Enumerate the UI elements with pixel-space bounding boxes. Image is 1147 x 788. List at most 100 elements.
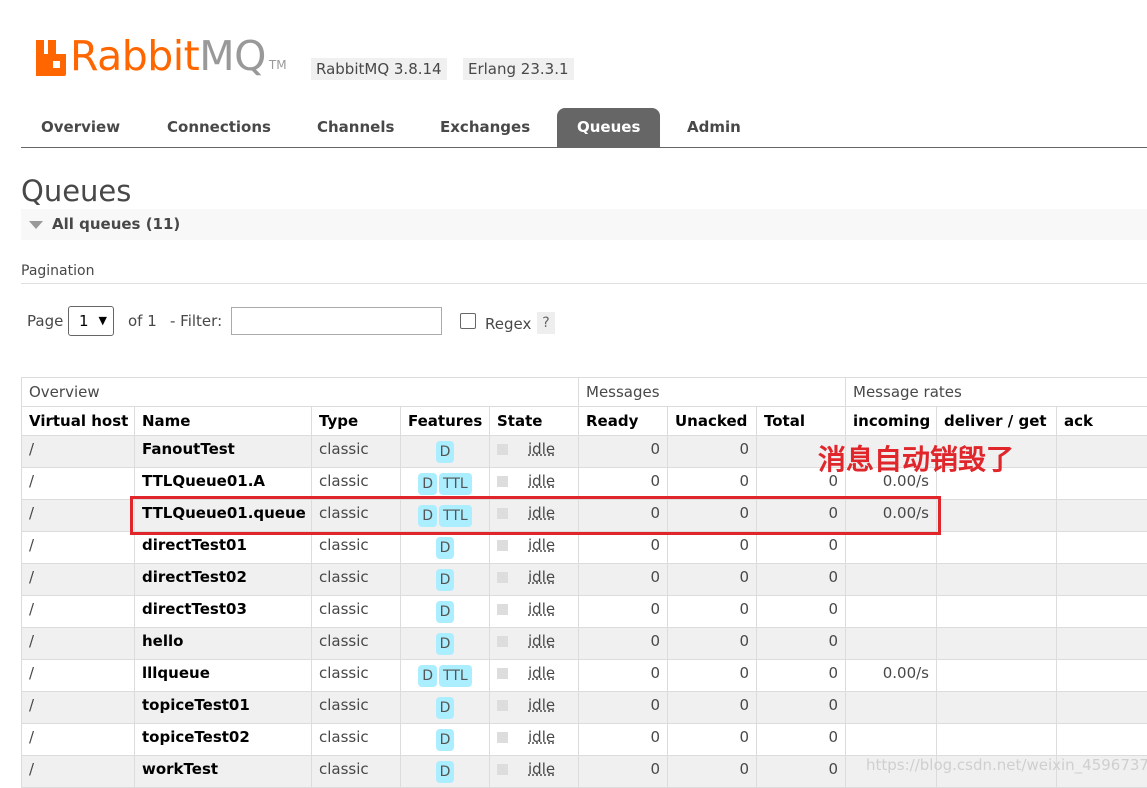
durable-badge: D xyxy=(418,665,437,687)
column-header-type[interactable]: Type xyxy=(312,407,401,436)
tab-admin[interactable]: Admin xyxy=(667,108,761,147)
vhost-cell: / xyxy=(22,532,135,564)
state-label: idle xyxy=(528,568,555,586)
column-header-total[interactable]: Total xyxy=(757,407,846,436)
incoming-rate-cell xyxy=(846,724,937,756)
queue-type-cell: classic xyxy=(312,756,401,788)
regex-label: Regex xyxy=(485,315,531,333)
vhost-cell: / xyxy=(22,660,135,692)
column-header-deliver-get[interactable]: deliver / get xyxy=(937,407,1057,436)
state-indicator-icon xyxy=(497,476,508,487)
features-cell: D xyxy=(401,564,490,596)
logo-text-mq: MQ xyxy=(199,36,266,76)
queue-name-link[interactable]: directTest03 xyxy=(135,596,312,628)
state-label: idle xyxy=(528,664,555,682)
state-cell: idle xyxy=(490,756,579,788)
features-cell: D xyxy=(401,436,490,468)
vhost-cell: / xyxy=(22,692,135,724)
unacked-cell: 0 xyxy=(668,724,757,756)
features-cell: DTTL xyxy=(401,468,490,500)
column-header-virtual-host[interactable]: Virtual host xyxy=(22,407,135,436)
tab-queues[interactable]: Queues xyxy=(557,108,660,147)
deliver-get-rate-cell xyxy=(937,628,1057,660)
ack-rate-cell xyxy=(1057,660,1147,692)
rabbit-logo-icon xyxy=(36,40,66,76)
incoming-rate-cell xyxy=(846,532,937,564)
page-select[interactable]: 1 ▼ xyxy=(68,306,114,336)
queue-name-link[interactable]: hello xyxy=(135,628,312,660)
ready-cell: 0 xyxy=(579,724,668,756)
tab-connections[interactable]: Connections xyxy=(147,108,291,147)
durable-badge: D xyxy=(436,761,455,783)
ready-cell: 0 xyxy=(579,436,668,468)
unacked-cell: 0 xyxy=(668,564,757,596)
column-header-unacked[interactable]: Unacked xyxy=(668,407,757,436)
table-row[interactable]: /directTest01classicDidle000 xyxy=(22,532,1147,564)
column-header-features[interactable]: Features xyxy=(401,407,490,436)
page-select-value: 1 xyxy=(79,312,89,330)
ready-cell: 0 xyxy=(579,692,668,724)
column-header-ack[interactable]: ack xyxy=(1057,407,1147,436)
unacked-cell: 0 xyxy=(668,660,757,692)
queue-name-link[interactable]: FanoutTest xyxy=(135,436,312,468)
erlang-version-badge: Erlang 23.3.1 xyxy=(463,58,574,80)
table-row[interactable]: /helloclassicDidle000 xyxy=(22,628,1147,660)
queue-name-link[interactable]: directTest02 xyxy=(135,564,312,596)
durable-badge: D xyxy=(436,697,455,719)
vhost-cell: / xyxy=(22,468,135,500)
deliver-get-rate-cell xyxy=(937,724,1057,756)
queue-name-link[interactable]: topiceTest01 xyxy=(135,692,312,724)
all-queues-section-toggle[interactable]: All queues (11) xyxy=(21,209,1147,240)
queue-name-link[interactable]: directTest01 xyxy=(135,532,312,564)
state-label: idle xyxy=(528,760,555,778)
table-row[interactable]: /directTest03classicDidle000 xyxy=(22,596,1147,628)
queue-name-link[interactable]: TTLQueue01.A xyxy=(135,468,312,500)
state-cell: idle xyxy=(490,468,579,500)
tab-exchanges[interactable]: Exchanges xyxy=(420,108,550,147)
table-row[interactable]: /topiceTest01classicDidle000 xyxy=(22,692,1147,724)
table-row[interactable]: /topiceTest02classicDidle000 xyxy=(22,724,1147,756)
features-cell: D xyxy=(401,692,490,724)
queue-name-link[interactable]: workTest xyxy=(135,756,312,788)
state-label: idle xyxy=(528,536,555,554)
durable-badge: D xyxy=(436,729,455,751)
queue-name-link[interactable]: topiceTest02 xyxy=(135,724,312,756)
table-row[interactable]: /lllqueueclassicDTTLidle0000.00/s xyxy=(22,660,1147,692)
deliver-get-rate-cell xyxy=(937,692,1057,724)
column-header-state[interactable]: State xyxy=(490,407,579,436)
tab-channels[interactable]: Channels xyxy=(297,108,414,147)
state-indicator-icon xyxy=(497,572,508,583)
durable-badge: D xyxy=(436,537,455,559)
ready-cell: 0 xyxy=(579,628,668,660)
regex-help-icon[interactable]: ? xyxy=(537,312,555,334)
ack-rate-cell xyxy=(1057,692,1147,724)
state-indicator-icon xyxy=(497,636,508,647)
ready-cell: 0 xyxy=(579,756,668,788)
durable-badge: D xyxy=(436,569,455,591)
page-label: Page xyxy=(27,312,63,330)
page-count-label: of 1 xyxy=(128,312,157,330)
unacked-cell: 0 xyxy=(668,628,757,660)
ack-rate-cell xyxy=(1057,596,1147,628)
durable-badge: D xyxy=(436,441,455,463)
rabbitmq-logo[interactable]: RabbitMQTM xyxy=(36,36,287,76)
column-header-incoming[interactable]: incoming xyxy=(846,407,937,436)
ack-rate-cell xyxy=(1057,724,1147,756)
queue-type-cell: classic xyxy=(312,532,401,564)
tab-overview[interactable]: Overview xyxy=(21,108,140,147)
unacked-cell: 0 xyxy=(668,756,757,788)
regex-checkbox[interactable] xyxy=(460,313,476,329)
queue-type-cell: classic xyxy=(312,660,401,692)
logo-trademark: TM xyxy=(269,58,287,72)
filter-input[interactable] xyxy=(231,307,442,335)
column-header-ready[interactable]: Ready xyxy=(579,407,668,436)
state-label: idle xyxy=(528,600,555,618)
queue-type-cell: classic xyxy=(312,596,401,628)
durable-badge: D xyxy=(436,633,455,655)
table-row[interactable]: /directTest02classicDidle000 xyxy=(22,564,1147,596)
column-header-name[interactable]: Name xyxy=(135,407,312,436)
queue-name-link[interactable]: lllqueue xyxy=(135,660,312,692)
features-cell: D xyxy=(401,724,490,756)
rabbitmq-version-badge: RabbitMQ 3.8.14 xyxy=(311,58,447,80)
unacked-cell: 0 xyxy=(668,596,757,628)
